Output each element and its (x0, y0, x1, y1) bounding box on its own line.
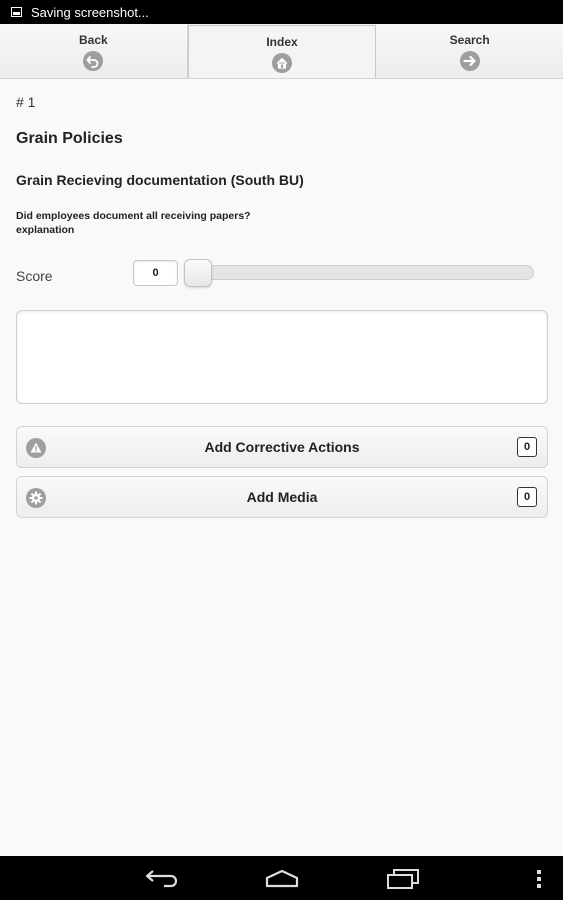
back-button[interactable]: Back (0, 24, 188, 78)
explanation-textarea[interactable] (16, 310, 548, 404)
add-media-label: Add Media (246, 489, 318, 505)
policy-title: Grain Policies (16, 130, 123, 147)
add-media-button[interactable]: Add Media 0 (16, 476, 548, 518)
add-corrective-actions-button[interactable]: Add Corrective Actions 0 (16, 426, 548, 468)
home-icon (272, 53, 292, 73)
score-input[interactable]: 0 (133, 260, 178, 286)
media-count: 0 (517, 487, 537, 507)
screenshot-icon (11, 7, 22, 17)
score-slider-handle[interactable] (184, 259, 212, 287)
corrective-actions-count: 0 (517, 437, 537, 457)
question-number: # 1 (16, 94, 36, 110)
question-explanation: explanation (16, 224, 75, 236)
back-label: Back (78, 33, 108, 47)
question-line: Did employees document all receiving pap… (16, 210, 251, 222)
index-label: Index (266, 35, 298, 49)
alert-icon (26, 438, 46, 458)
forward-arrow-icon (459, 51, 480, 71)
status-text: Saving screenshot... (31, 4, 149, 20)
section-title: Grain Recieving documentation (South BU) (16, 172, 304, 188)
corrective-actions-label: Add Corrective Actions (204, 439, 360, 455)
score-slider-track[interactable] (184, 265, 534, 280)
index-button[interactable]: Index (187, 25, 377, 78)
gear-icon (26, 488, 46, 508)
status-bar: Saving screenshot... (0, 0, 563, 24)
system-back-icon[interactable] (145, 868, 179, 888)
back-arrow-icon (83, 51, 104, 71)
system-recents-icon[interactable] (386, 868, 420, 890)
system-navigation-bar (0, 856, 563, 900)
question-text: Did employees document all receiving pap… (16, 209, 251, 237)
score-label: Score (16, 268, 53, 284)
overflow-menu-icon[interactable] (536, 869, 542, 889)
search-button[interactable]: Search (376, 24, 563, 78)
top-navbar: Back Index Search (0, 24, 563, 79)
system-home-icon[interactable] (265, 868, 299, 888)
search-label: Search (449, 33, 490, 47)
